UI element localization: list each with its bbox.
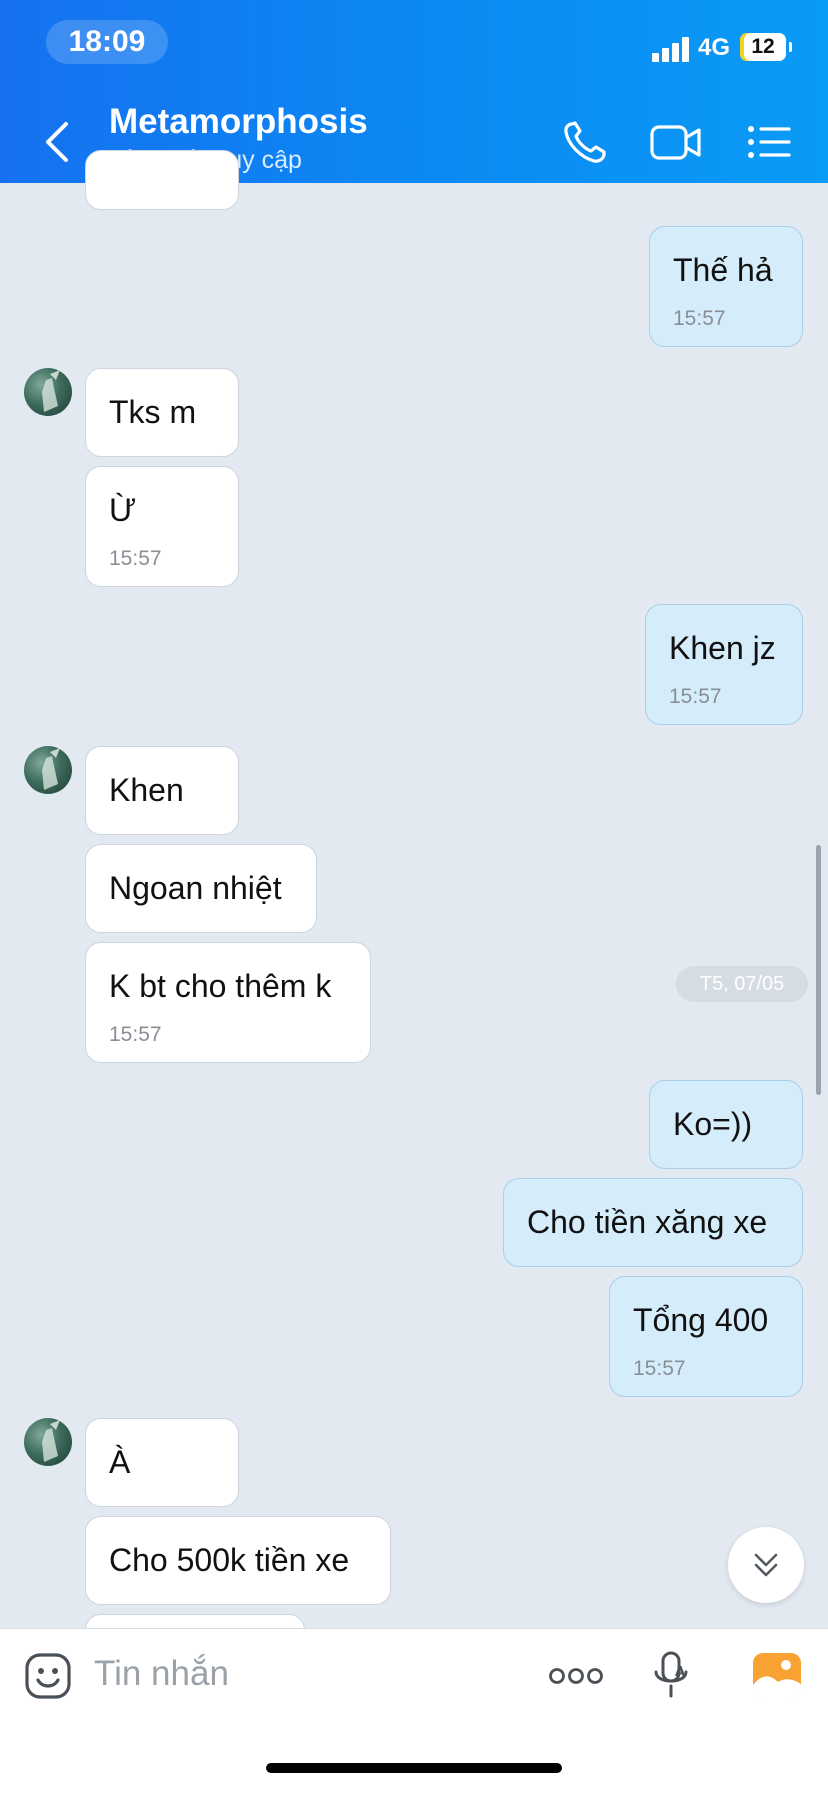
message-bubble-outgoing[interactable]: Thế hả 15:57: [649, 226, 803, 347]
microphone-icon[interactable]: A: [652, 1650, 692, 1700]
scroll-to-bottom-button[interactable]: [728, 1527, 804, 1603]
message-text: Tổng 400: [633, 1302, 769, 1338]
message-time: 15:57: [109, 1023, 162, 1046]
message-bubble-incoming[interactable]: Khen: [85, 746, 239, 835]
message-text: Ngoan nhiệt: [109, 870, 282, 906]
chevron-left-icon[interactable]: [40, 118, 76, 166]
message-text: K bt cho thêm k: [109, 968, 332, 1004]
message-text: Cho 500k tiền xe: [109, 1542, 350, 1578]
emoji-icon[interactable]: [24, 1652, 72, 1700]
battery-nub: [789, 42, 792, 52]
message-bubble-partial: [85, 150, 239, 210]
message-text: Thế hả: [673, 252, 773, 288]
message-text: Khen: [109, 772, 184, 808]
message-bubble-outgoing[interactable]: Khen jz 15:57: [645, 604, 803, 725]
double-chevron-down-icon: [754, 1553, 778, 1577]
avatar[interactable]: [24, 1418, 72, 1466]
message-time: 15:57: [669, 685, 722, 708]
message-text: Ừ: [109, 492, 137, 528]
message-text: Cho tiền xăng xe: [527, 1204, 768, 1240]
message-time: 15:57: [673, 307, 726, 330]
message-bubble-outgoing[interactable]: Cho tiền xăng xe: [503, 1178, 803, 1267]
message-bubble-incoming[interactable]: Cho 500k tiền xe: [85, 1516, 391, 1605]
message-time: 15:57: [633, 1357, 686, 1380]
date-badge: T5, 07/05: [676, 966, 808, 1002]
message-input[interactable]: Tin nhắn: [94, 1654, 229, 1694]
message-text: Tks m: [109, 394, 197, 430]
more-dots-icon[interactable]: [548, 1660, 604, 1692]
scrollbar[interactable]: [816, 845, 821, 1095]
message-bubble-incoming[interactable]: K bt cho thêm k 15:57: [85, 942, 371, 1063]
message-text: Khen jz: [669, 630, 776, 666]
message-time: 15:57: [109, 547, 162, 570]
message-bubble-incoming[interactable]: Ừ 15:57: [85, 466, 239, 587]
signal-strength-icon: [652, 36, 692, 62]
video-camera-icon[interactable]: [650, 118, 702, 166]
list-menu-icon[interactable]: [745, 118, 797, 166]
message-text: Ko=)): [673, 1106, 753, 1142]
avatar[interactable]: [24, 746, 72, 794]
message-bubble-incoming[interactable]: Ngoan nhiệt: [85, 844, 317, 933]
message-bubble-outgoing[interactable]: Ko=)): [649, 1080, 803, 1169]
network-type: 4G: [698, 34, 731, 61]
message-text: À: [109, 1444, 131, 1480]
chat-title[interactable]: Metamorphosis: [109, 102, 368, 142]
home-indicator: [266, 1763, 562, 1773]
battery-icon: 12: [740, 33, 786, 61]
message-bubble-outgoing[interactable]: Tổng 400 15:57: [609, 1276, 803, 1397]
svg-text:A: A: [675, 1665, 685, 1680]
image-icon[interactable]: [752, 1652, 802, 1698]
avatar[interactable]: [24, 368, 72, 416]
status-time: 18:09: [46, 20, 168, 64]
phone-icon[interactable]: [560, 118, 612, 166]
message-bubble-incoming[interactable]: Tks m: [85, 368, 239, 457]
message-bubble-incoming[interactable]: À: [85, 1418, 239, 1507]
